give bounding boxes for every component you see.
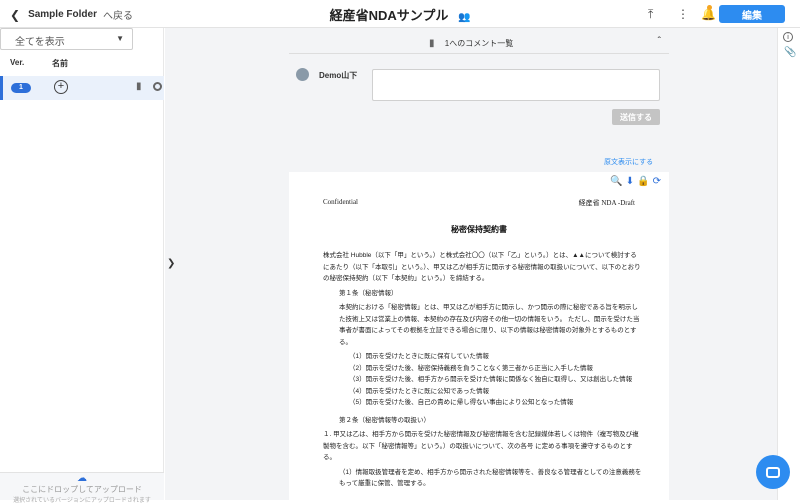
add-circle-icon[interactable]: + [54, 80, 68, 94]
article1-item: （2）開示を受けた後、秘密保持義務を負うことなく第三者から正当に入手した情報 [349, 364, 593, 372]
original-view-link[interactable]: 原文表示にする [604, 157, 653, 167]
contract-title: 秘密保持契約書 [451, 225, 507, 234]
article2-body: １. 甲又は乙は、相手方から開示を受けた秘密情報及び秘密情報を含む記録媒体若しく… [323, 431, 639, 461]
comment-header-text: 1へのコメント一覧 [444, 39, 514, 48]
version-columns: Ver. 名前 [10, 58, 68, 68]
edit-button[interactable]: 編集 [719, 5, 785, 23]
doc-toolbar: 🔍 ⬇ 🔒 ⟳ [610, 176, 661, 187]
upload-dropzone[interactable]: ☁ ここにドロップしてアップロード 選択されているバージョンにアップロードされま… [0, 472, 164, 504]
filter-value: 全てを表示 [15, 37, 65, 48]
version-row[interactable]: 1 + ▮ [0, 76, 164, 100]
lock-icon[interactable]: 🔒 [637, 176, 649, 187]
filter-select[interactable]: 全てを表示 ▼ [0, 28, 133, 50]
download-icon[interactable]: ⬇ [626, 176, 634, 187]
col-name: 名前 [52, 59, 68, 68]
confidential-label: Confidential [323, 198, 358, 206]
article2-title: 第２条（秘密情報等の取扱い） [339, 416, 430, 424]
chevron-up-icon[interactable]: ˆ [658, 36, 661, 47]
more-vertical-icon[interactable]: ⋮ [677, 7, 689, 21]
info-icon[interactable]: i [783, 32, 793, 42]
draft-label: 経産省 NDA -Draft [578, 199, 635, 207]
caret-down-icon: ▼ [116, 34, 124, 43]
zoom-icon[interactable]: 🔍 [610, 176, 622, 187]
version-badge: 1 [11, 83, 31, 93]
article1-item: （5）開示を受けた後、自己の責めに帰し得ない事由により公知となった情報 [349, 399, 574, 406]
chat-icon [766, 466, 780, 478]
chat-launcher-button[interactable] [756, 455, 790, 489]
upload-icon[interactable]: ⤒ [648, 7, 653, 22]
intro-paragraph: 株式会社 Hubble（以下「甲」という。）と株式会社〇〇（以下「乙」という。）… [323, 252, 641, 282]
article1-item: （4）開示を受けたときに既に公知であった情報 [349, 387, 490, 395]
comment-icon[interactable]: ▮ [136, 81, 142, 92]
avatar [296, 68, 309, 81]
paperclip-icon[interactable]: 📎 [784, 47, 796, 58]
article2-item: （1）情報取扱管理者を定め、相手方から開示された秘密情報等を、善良なる管理者とし… [339, 468, 642, 488]
chevron-right-icon[interactable]: ❯ [167, 258, 175, 269]
people-icon[interactable]: 👥 [458, 12, 470, 23]
comment-bubble-icon: ▮ [429, 38, 435, 49]
contract-body: 株式会社 Hubble（以下「甲」という。）と株式会社〇〇（以下「乙」という。）… [323, 250, 643, 490]
right-strip [777, 28, 800, 500]
comment-header[interactable]: ▮ 1へのコメント一覧 ˆ [289, 34, 669, 54]
comment-user: Demo山下 [319, 71, 358, 80]
cloud-upload-icon: ☁ [77, 473, 87, 484]
drop-title: ここにドロップしてアップロード [22, 485, 142, 494]
document-page: 🔍 ⬇ 🔒 ⟳ Confidential 経産省 NDA -Draft 秘密保持… [289, 172, 669, 500]
send-button[interactable]: 送信する [612, 109, 660, 125]
doc-header: Confidential 経産省 NDA -Draft [323, 198, 635, 208]
article1-item: （1）開示を受けたときに既に保有していた情報 [349, 353, 489, 360]
document-title-text: 経産省NDAサンプル [329, 8, 449, 23]
comment-input[interactable] [372, 69, 660, 101]
article1-body: 本契約における「秘密情報」とは、甲又は乙が相手方に開示し、かつ開示の際に秘密であ… [339, 304, 640, 346]
col-ver: Ver. [10, 58, 25, 67]
article1-item: （3）開示を受けた後、相手方から開示を受けた情報に関係なく独自に取得し、又は創出… [349, 376, 633, 383]
article1-title: 第１条（秘密情報） [339, 289, 398, 297]
notification-dot [707, 5, 712, 10]
version-sidebar: 全てを表示 ▼ Ver. 名前 1 + ▮ ☁ ここにドロップしてアップロード … [0, 28, 164, 504]
status-circle-icon [153, 82, 162, 91]
top-bar: ❮ Sample Folder へ戻る 経産省NDAサンプル 👥 ⤒ ⋮ 🔔 編… [0, 0, 800, 28]
refresh-icon[interactable]: ⟳ [653, 176, 661, 187]
